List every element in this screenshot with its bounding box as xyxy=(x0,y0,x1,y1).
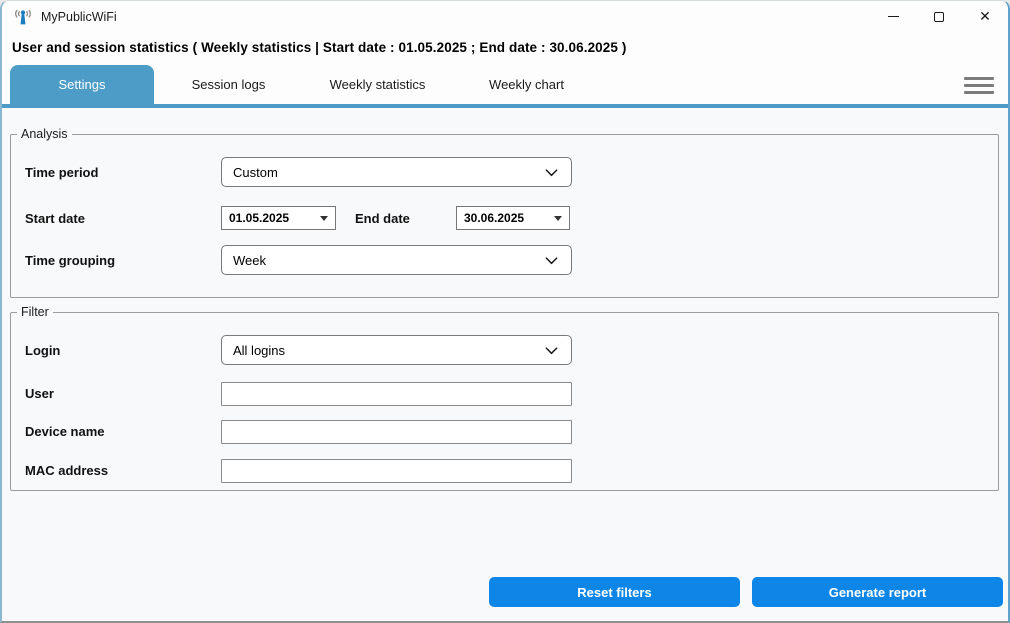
title-bar: MyPublicWiFi ✕ xyxy=(2,1,1008,32)
settings-panel: Analysis Time period Custom Start date 0… xyxy=(2,108,1008,621)
close-icon[interactable]: ✕ xyxy=(962,1,1008,32)
chevron-down-icon xyxy=(544,165,559,180)
filter-legend: Filter xyxy=(17,305,53,319)
hamburger-menu-icon[interactable] xyxy=(964,73,994,97)
device-name-label: Device name xyxy=(25,424,105,439)
app-window: MyPublicWiFi ✕ User and session statisti… xyxy=(0,0,1010,623)
reset-filters-button[interactable]: Reset filters xyxy=(489,577,740,607)
time-grouping-value: Week xyxy=(233,253,266,268)
wifi-antenna-icon xyxy=(13,8,33,26)
tab-weekly-chart[interactable]: Weekly chart xyxy=(452,65,601,104)
mac-address-label: MAC address xyxy=(25,463,108,478)
time-period-label: Time period xyxy=(25,165,98,180)
tab-session-logs[interactable]: Session logs xyxy=(154,65,303,104)
dropdown-arrow-icon xyxy=(554,216,562,221)
tab-weekly-statistics[interactable]: Weekly statistics xyxy=(303,65,452,104)
time-grouping-label: Time grouping xyxy=(25,253,115,268)
end-date-label: End date xyxy=(355,211,410,226)
chevron-down-icon xyxy=(544,343,559,358)
tab-bar: Settings Session logs Weekly statistics … xyxy=(2,65,1008,104)
maximize-icon[interactable] xyxy=(916,1,962,32)
end-date-picker[interactable]: 30.06.2025 xyxy=(456,206,570,230)
dropdown-arrow-icon xyxy=(320,216,328,221)
minimize-icon[interactable] xyxy=(870,1,916,32)
time-period-dropdown[interactable]: Custom xyxy=(221,157,572,187)
tab-settings[interactable]: Settings xyxy=(10,65,154,104)
end-date-value: 30.06.2025 xyxy=(464,211,524,225)
window-controls: ✕ xyxy=(870,1,1008,32)
login-dropdown[interactable]: All logins xyxy=(221,335,572,365)
login-value: All logins xyxy=(233,343,285,358)
login-label: Login xyxy=(25,343,60,358)
start-date-value: 01.05.2025 xyxy=(229,211,289,225)
generate-report-button[interactable]: Generate report xyxy=(752,577,1003,607)
start-date-label: Start date xyxy=(25,211,85,226)
user-label: User xyxy=(25,386,54,401)
header-bar: User and session statistics ( Weekly sta… xyxy=(2,34,1008,64)
mac-address-input[interactable] xyxy=(221,459,572,483)
device-name-input[interactable] xyxy=(221,420,572,444)
filter-group: Filter Login All logins User Device name… xyxy=(10,305,999,491)
analysis-legend: Analysis xyxy=(17,127,72,141)
time-period-value: Custom xyxy=(233,165,278,180)
user-input[interactable] xyxy=(221,382,572,406)
window-title: MyPublicWiFi xyxy=(41,10,117,24)
chevron-down-icon xyxy=(544,253,559,268)
statistics-summary-text: User and session statistics ( Weekly sta… xyxy=(12,40,626,55)
time-grouping-dropdown[interactable]: Week xyxy=(221,245,572,275)
start-date-picker[interactable]: 01.05.2025 xyxy=(221,206,336,230)
tab-list: Settings Session logs Weekly statistics … xyxy=(10,65,601,104)
analysis-group: Analysis Time period Custom Start date 0… xyxy=(10,127,999,298)
